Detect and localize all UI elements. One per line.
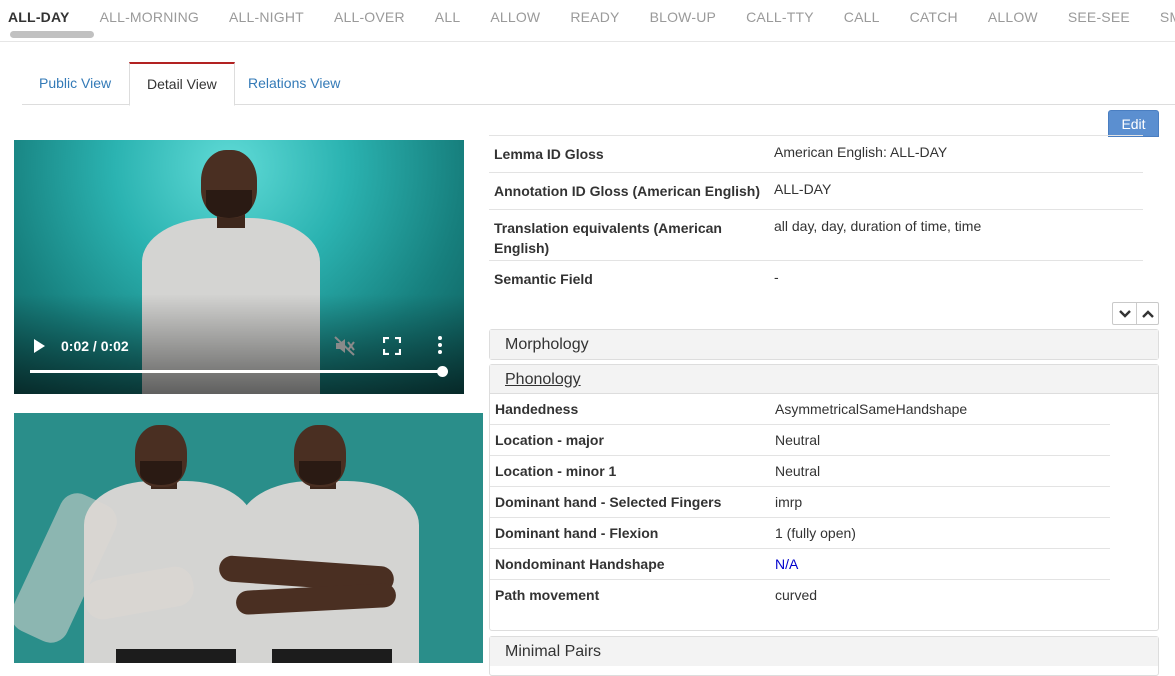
minimal-pairs-panel: Minimal Pairs <box>489 636 1159 676</box>
field-label: Nondominant Handshape <box>495 556 665 572</box>
morphology-panel: Morphology <box>489 329 1159 360</box>
table-row: Nondominant Handshape N/A <box>490 549 1110 580</box>
sign-still-image <box>14 413 483 663</box>
field-value: - <box>774 269 779 285</box>
tab-relations-view[interactable]: Relations View <box>231 62 357 105</box>
minimal-pairs-header[interactable]: Minimal Pairs <box>490 637 1158 666</box>
field-value: Neutral <box>775 432 821 448</box>
sign-item[interactable]: CATCH <box>910 9 958 25</box>
video-time: 0:02 / 0:02 <box>61 338 129 354</box>
phonology-panel: Phonology Handedness AsymmetricalSameHand… <box>489 364 1159 631</box>
table-row: Path movement curved <box>490 580 1110 611</box>
nondominant-handshape-link[interactable]: N/A <box>775 556 798 572</box>
fullscreen-icon[interactable] <box>383 337 401 355</box>
sign-video[interactable]: 0:02 / 0:02 <box>14 140 464 394</box>
sign-item-all-day[interactable]: ALL-DAY <box>8 9 70 25</box>
sign-item[interactable]: CALL-TTY <box>746 9 814 25</box>
video-controls: 0:02 / 0:02 <box>14 140 464 394</box>
field-value: imrp <box>775 494 803 510</box>
view-tabs: Public View Detail View Relations View <box>22 62 1175 106</box>
field-value: AsymmetricalSameHandshape <box>775 401 968 417</box>
edit-button[interactable]: Edit <box>1108 110 1159 137</box>
field-label: Semantic Field <box>494 271 593 287</box>
play-icon[interactable] <box>34 339 45 353</box>
sign-item[interactable]: CALL <box>844 9 880 25</box>
table-row: Lemma ID Gloss American English: ALL-DAY <box>489 135 1143 172</box>
field-label: Handedness <box>495 401 579 417</box>
sign-item[interactable]: ALL-NIGHT <box>229 9 304 25</box>
field-value: curved <box>775 587 818 603</box>
field-label: Location - minor 1 <box>495 463 617 479</box>
sign-item[interactable]: ALL <box>435 9 461 25</box>
field-label: Dominant hand - Flexion <box>495 525 659 541</box>
field-label: Lemma ID Gloss <box>494 146 604 162</box>
sign-item[interactable]: BLOW-UP <box>650 9 717 25</box>
table-row: Dominant hand - Flexion 1 (fully open) <box>490 518 1110 549</box>
field-value: 1 (fully open) <box>775 525 856 541</box>
field-value: American English: ALL-DAY <box>774 144 948 160</box>
horizontal-scrollbar[interactable] <box>10 31 94 38</box>
sign-strip: ALL-DAY ALL-MORNING ALL-NIGHT ALL-OVER ALL AL… <box>0 0 1175 42</box>
field-value: all day, day, duration of time, time <box>774 218 982 234</box>
video-progress-bar[interactable] <box>30 370 443 373</box>
more-options-icon[interactable] <box>437 336 443 356</box>
sign-item[interactable]: ALL-OVER <box>334 9 405 25</box>
field-label: Annotation ID Gloss (American English) <box>494 183 761 199</box>
table-row: Handedness AsymmetricalSameHandshape <box>490 394 1110 425</box>
tab-public-view[interactable]: Public View <box>22 62 128 105</box>
phonology-header[interactable]: Phonology <box>490 365 1158 394</box>
field-label: Path movement <box>495 587 600 603</box>
sign-item[interactable]: ALLOW <box>490 9 540 25</box>
field-value: Neutral <box>775 463 821 479</box>
field-label: Dominant hand - Selected Fingers <box>495 494 722 510</box>
sign-item[interactable]: ALLOW <box>988 9 1038 25</box>
field-value: ALL-DAY <box>774 181 832 197</box>
lemma-info-table: Lemma ID Gloss American English: ALL-DAY… <box>489 135 1143 297</box>
sign-item[interactable]: SMALL <box>1160 9 1175 25</box>
expand-collapse-control <box>1112 302 1159 325</box>
tab-detail-view[interactable]: Detail View <box>129 62 235 106</box>
phonology-title: Phonology <box>505 371 581 388</box>
chevron-down-icon[interactable] <box>1114 306 1136 322</box>
table-row: Location - major Neutral <box>490 425 1110 456</box>
video-progress-knob[interactable] <box>437 366 448 377</box>
sign-item[interactable]: READY <box>570 9 619 25</box>
morphology-header[interactable]: Morphology <box>490 330 1158 359</box>
sign-item[interactable]: SEE-SEE <box>1068 9 1130 25</box>
sign-item[interactable]: ALL-MORNING <box>100 9 199 25</box>
table-row: Dominant hand - Selected Fingers imrp <box>490 487 1110 518</box>
sign-list: ALL-DAY ALL-MORNING ALL-NIGHT ALL-OVER ALL AL… <box>8 9 1175 27</box>
chevron-up-icon[interactable] <box>1137 306 1159 322</box>
mute-icon[interactable] <box>334 336 356 356</box>
field-label: Translation equivalents (American Englis… <box>494 220 722 256</box>
table-row: Semantic Field - <box>489 260 1143 297</box>
table-row: Translation equivalents (American Englis… <box>489 209 1143 260</box>
field-label: Location - major <box>495 432 604 448</box>
table-row: Location - minor 1 Neutral <box>490 456 1110 487</box>
table-row: Annotation ID Gloss (American English) A… <box>489 172 1143 209</box>
phonology-table: Handedness AsymmetricalSameHandshape Loca… <box>490 394 1158 611</box>
